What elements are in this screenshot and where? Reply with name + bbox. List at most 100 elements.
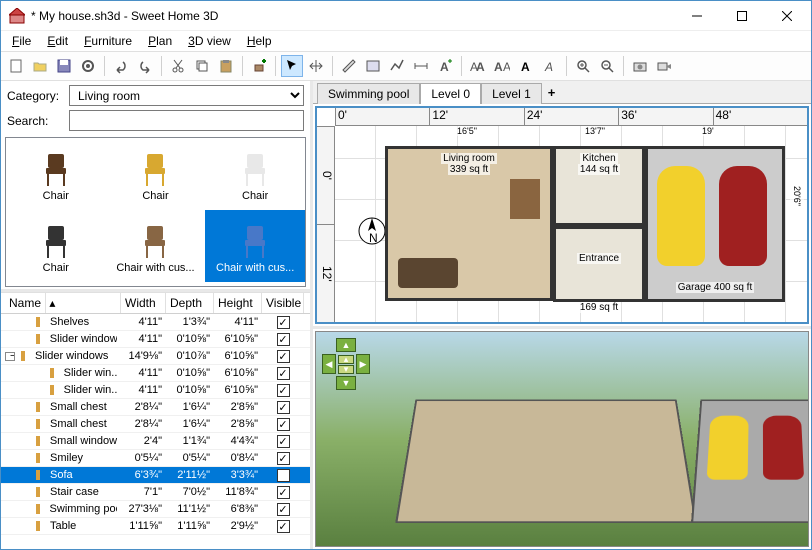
create-text-icon[interactable]: A [434,55,456,77]
furniture-tree[interactable]: Name ▴ Width Depth Height Visible Shelve… [1,292,310,549]
preferences-icon[interactable] [77,55,99,77]
table-row[interactable]: Shelves 4'11" 1'3¾" 4'11" ✓ [1,314,310,331]
zoom-out-icon[interactable] [596,55,618,77]
col-height[interactable]: Height [214,293,262,313]
catalog-item[interactable]: Chair [6,138,106,210]
col-depth[interactable]: Depth [166,293,214,313]
category-select[interactable]: Living room [69,85,304,106]
shelves-icon[interactable] [510,179,540,219]
3d-view[interactable]: ▲ ◀ ▶ ▼ ▴ ▾ [315,331,809,547]
redo-icon[interactable] [134,55,156,77]
menu-file[interactable]: File [5,33,38,49]
menu-3dview[interactable]: 3D view [181,33,238,49]
video-icon[interactable] [653,55,675,77]
svg-text:A: A [521,60,530,74]
3d-model[interactable] [376,362,778,531]
tab-swimming-pool[interactable]: Swimming pool [317,83,420,104]
table-row[interactable]: Stair case 7'1" 7'0½" 11'8¾" ✓ [1,484,310,501]
sofa-icon[interactable] [398,258,458,288]
rotate-left-icon[interactable]: ◀ [322,354,336,374]
room-living[interactable]: Living room 339 sq ft [385,146,553,301]
menu-help[interactable]: Help [240,33,279,49]
table-row[interactable]: Slider win... 4'11" 0'10⅝" 6'10⅝" ✓ [1,365,310,382]
visible-checkbox[interactable]: ✓ [277,486,290,499]
car-yellow-icon[interactable] [657,166,705,266]
table-row[interactable]: Sofa 6'3¾" 2'11½" 3'3¾" ✓ [1,467,310,484]
visible-checkbox[interactable]: ✓ [277,367,290,380]
open-icon[interactable] [29,55,51,77]
col-width[interactable]: Width [121,293,166,313]
catalog-item[interactable]: Chair [205,138,305,210]
pan-tool-icon[interactable] [305,55,327,77]
catalog-item[interactable]: Chair with cus... [106,210,206,282]
table-row[interactable]: −Slider windows 14'9⅛" 0'10⅞" 6'10⅝" ✓ [1,348,310,365]
new-icon[interactable] [5,55,27,77]
tab-level-1[interactable]: Level 1 [481,83,542,104]
car-red-icon[interactable] [719,166,767,266]
search-input[interactable] [69,110,304,131]
tree-header[interactable]: Name ▴ Width Depth Height Visible [1,293,310,314]
room-entrance[interactable]: Entrance 169 sq ft [553,226,645,302]
visible-checkbox[interactable]: ✓ [277,452,290,465]
maximize-button[interactable] [719,1,764,30]
create-polylines-icon[interactable] [386,55,408,77]
table-row[interactable]: Small chest 2'8¼" 1'6¼" 2'8⅝" ✓ [1,399,310,416]
add-furniture-icon[interactable] [248,55,270,77]
visible-checkbox[interactable]: ✓ [277,316,290,329]
zoom-fwd-icon[interactable]: ▴ [338,355,354,364]
visible-checkbox[interactable]: ✓ [277,333,290,346]
menu-plan[interactable]: Plan [141,33,179,49]
paste-icon[interactable] [215,55,237,77]
col-visible[interactable]: Visible [262,293,304,313]
table-row[interactable]: Table 1'11⅝" 1'11⅝" 2'9½" ✓ [1,518,310,535]
rotate-down-icon[interactable]: ▼ [336,376,356,390]
catalog-item[interactable]: Chair [6,210,106,282]
zoom-in-icon[interactable] [572,55,594,77]
catalog-item[interactable]: Chair with cus... [205,210,305,282]
expander-icon[interactable]: − [5,352,15,361]
add-level-button[interactable]: + [542,82,562,103]
rotate-right-icon[interactable]: ▶ [356,354,370,374]
zoom-back-icon[interactable]: ▾ [338,365,354,374]
visible-checkbox[interactable]: ✓ [277,503,290,516]
undo-icon[interactable] [110,55,132,77]
table-row[interactable]: Small window 2'4" 1'1¾" 4'4¾" ✓ [1,433,310,450]
visible-checkbox[interactable]: ✓ [277,418,290,431]
col-name[interactable]: Name ▴ [1,293,121,313]
plan-view[interactable]: 0'12'24'36'48' 0'12' N 16'5" 13'7" 19' 2… [315,106,809,324]
decrease-size-icon[interactable]: AA [491,55,513,77]
room-kitchen[interactable]: Kitchen 144 sq ft [553,146,645,226]
create-walls-icon[interactable] [338,55,360,77]
table-row[interactable]: Swimming pool 27'3⅛" 11'1½" 6'8⅜" ✓ [1,501,310,518]
plan-canvas[interactable]: N 16'5" 13'7" 19' 20'6" Living room 339 … [335,126,807,322]
create-rooms-icon[interactable] [362,55,384,77]
save-icon[interactable] [53,55,75,77]
italic-icon[interactable]: A [539,55,561,77]
close-button[interactable] [764,1,809,30]
rotate-up-icon[interactable]: ▲ [336,338,356,352]
compass-icon[interactable]: N [357,216,387,246]
catalog-item[interactable]: Chair [106,138,206,210]
photo-icon[interactable] [629,55,651,77]
visible-checkbox[interactable]: ✓ [277,520,290,533]
copy-icon[interactable] [191,55,213,77]
table-row[interactable]: Smiley 0'5¼" 0'5¼" 0'8¼" ✓ [1,450,310,467]
increase-size-icon[interactable]: AA [467,55,489,77]
create-dimensions-icon[interactable] [410,55,432,77]
table-row[interactable]: Slider win... 4'11" 0'10⅝" 6'10⅝" ✓ [1,382,310,399]
menu-edit[interactable]: Edit [40,33,75,49]
select-tool-icon[interactable] [281,55,303,77]
visible-checkbox[interactable]: ✓ [277,350,290,363]
minimize-button[interactable] [674,1,719,30]
tab-level-0[interactable]: Level 0 [420,83,481,104]
menu-furniture[interactable]: Furniture [77,33,139,49]
table-row[interactable]: Small chest 2'8¼" 1'6¼" 2'8⅝" ✓ [1,416,310,433]
cut-icon[interactable] [167,55,189,77]
table-row[interactable]: Slider window 4'11" 0'10⅝" 6'10⅝" ✓ [1,331,310,348]
visible-checkbox[interactable]: ✓ [277,384,290,397]
bold-icon[interactable]: A [515,55,537,77]
visible-checkbox[interactable]: ✓ [277,469,290,482]
visible-checkbox[interactable]: ✓ [277,435,290,448]
horizontal-splitter-3d[interactable] [313,326,811,329]
visible-checkbox[interactable]: ✓ [277,401,290,414]
